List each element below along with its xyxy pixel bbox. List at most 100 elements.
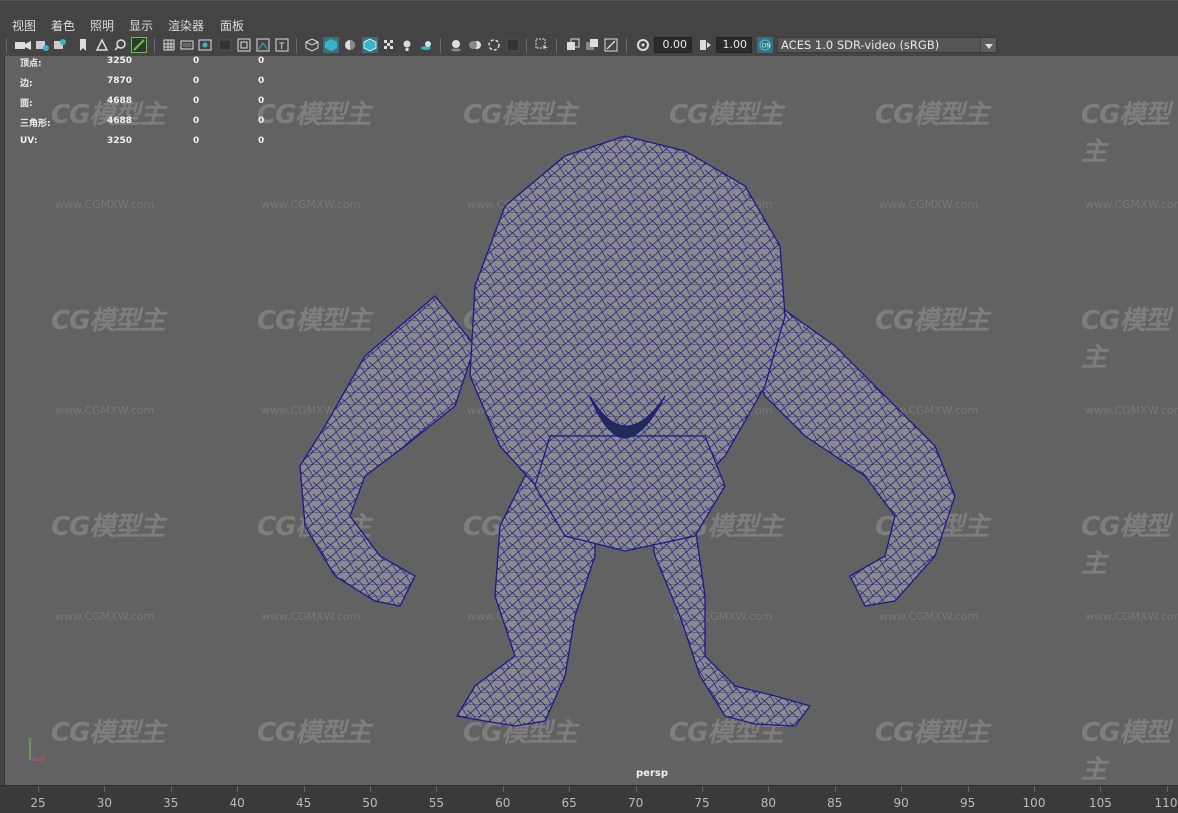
toolbar-separator [6,38,7,53]
use-all-lights-icon[interactable] [400,38,414,52]
hud-row-value: 0 [258,76,265,86]
hud-row-value: 0 [193,56,200,66]
bookmark-icon[interactable] [76,38,90,52]
mesh-left-arm [299,295,476,607]
wireframe-on-shaded-icon[interactable] [362,37,378,53]
timeline-frame-label: 45 [295,796,312,810]
toolbar-separator [154,38,155,53]
xray-active-components-icon[interactable] [585,38,599,52]
timeline-frame-label: 35 [163,796,179,810]
menu-shading[interactable]: 着色 [51,17,75,34]
color-space-dropdown[interactable]: ACES 1.0 SDR-video (sRGB) [777,37,997,53]
menu-panels[interactable]: 面板 [220,17,244,34]
gamma-icon[interactable] [698,38,712,52]
hud-row-value: 0 [193,136,200,146]
exposure-icon[interactable] [636,38,650,52]
resolution-gate-icon[interactable] [198,38,212,52]
film-gate-icon[interactable] [180,38,194,52]
depth-of-field-icon[interactable] [506,38,520,52]
camera-icon[interactable] [14,38,32,52]
timeline-tick [1100,786,1102,792]
timeline-frame-label: 50 [362,796,378,810]
timeline-tick [834,786,836,792]
hud-row-value: 7870 [107,76,133,86]
chevron-down-icon[interactable] [980,38,996,52]
gate-mask-icon[interactable] [218,38,232,52]
timeline-frame-label: 60 [495,796,511,810]
timeline-tick [635,786,637,792]
timeline-frame-label: 90 [893,796,909,810]
2d-pan-zoom-icon[interactable] [113,38,127,52]
textured-icon[interactable] [382,38,396,52]
toolbar-separator [626,38,627,53]
toolbar-separator [556,38,557,53]
viewport-toolbar: T 0.00 1.00 ON ACES 1.0 SDR-video (sRGB) [0,35,1178,56]
bookmark-camera-icon[interactable] [53,38,67,52]
xray-icon[interactable] [566,38,580,52]
default-material-icon[interactable] [343,38,357,52]
hud-row-value: 3250 [107,56,133,66]
safe-title-icon[interactable]: T [275,38,289,52]
isolate-select-icon[interactable] [535,38,549,52]
mesh-belly [534,435,726,552]
viewport-3d[interactable]: CG模型主 www.CGMXW.com CG模型主 www.CGMXW.com CG模型… [4,56,1178,785]
time-slider[interactable]: 25 30 35 40 45 50 55 60 65 70 75 80 85 90 95 100 105 110 [0,785,1178,813]
timeline-frame-label: 65 [561,796,577,810]
hud-row-value: 0 [193,116,200,126]
multisample-aa-icon[interactable] [487,38,501,52]
timeline-tick [967,786,969,792]
gamma-field[interactable]: 1.00 [716,37,752,53]
menu-lighting[interactable]: 照明 [90,17,114,34]
timeline-tick [569,786,571,792]
hud-row-value: 3250 [107,136,133,146]
timeline-frame-label: 95 [959,796,976,810]
toolbar-separator [296,38,297,53]
menu-renderer[interactable]: 渲染器 [168,17,204,34]
image-plane-icon[interactable] [95,38,109,52]
timeline-frame-label: 100 [1022,796,1046,810]
timeline-tick [104,786,106,792]
camera-name-label: persp [636,768,668,779]
shadows-icon[interactable] [419,38,433,52]
toolbar-separator [440,38,441,53]
grease-pencil-icon[interactable] [131,37,147,53]
hud-row-label: 三角形: [20,119,51,129]
timeline-frame-label: 75 [694,796,710,810]
timeline-tick [1166,786,1168,792]
hud-row-value: 0 [258,96,265,106]
smooth-shade-icon[interactable] [323,37,339,53]
timeline-tick [237,786,239,792]
grid-icon[interactable] [162,38,176,52]
timeline-tick [303,786,305,792]
hud-row-label: 面: [20,99,33,109]
timeline-frame-label: 105 [1088,796,1112,810]
menu-view[interactable]: 视图 [12,17,36,34]
timeline-tick [370,786,371,792]
menu-show[interactable]: 显示 [129,17,153,34]
view-transform-icon[interactable]: ON [757,37,773,53]
field-chart-icon[interactable] [237,38,251,52]
hud-row-value: 4688 [107,96,133,106]
hud-row-value: 0 [258,56,265,66]
timeline-frame-label: 30 [96,796,113,810]
safe-action-icon[interactable] [256,38,270,52]
screen-space-ao-icon[interactable] [449,38,463,52]
hud-row-value: 0 [193,96,200,106]
timeline-tick [38,786,39,792]
xray-joints-icon[interactable] [604,38,618,52]
motion-blur-icon[interactable] [468,38,482,52]
svg-text:ON: ON [762,43,771,50]
timeline-tick [502,786,504,792]
creature-mesh[interactable] [5,56,1178,785]
toolbar-separator [526,38,527,53]
camera-attributes-icon[interactable] [35,38,49,52]
axis-x-label: x [41,753,45,761]
hud-row-label: UV: [20,136,38,146]
exposure-field[interactable]: 0.00 [654,37,692,53]
wireframe-icon[interactable] [305,38,319,52]
timeline-frame-label: 85 [827,796,843,810]
svg-text:T: T [278,42,285,52]
timeline-tick [702,786,703,792]
hud-row-value: 0 [193,76,200,86]
hud-row-value: 0 [258,136,265,146]
